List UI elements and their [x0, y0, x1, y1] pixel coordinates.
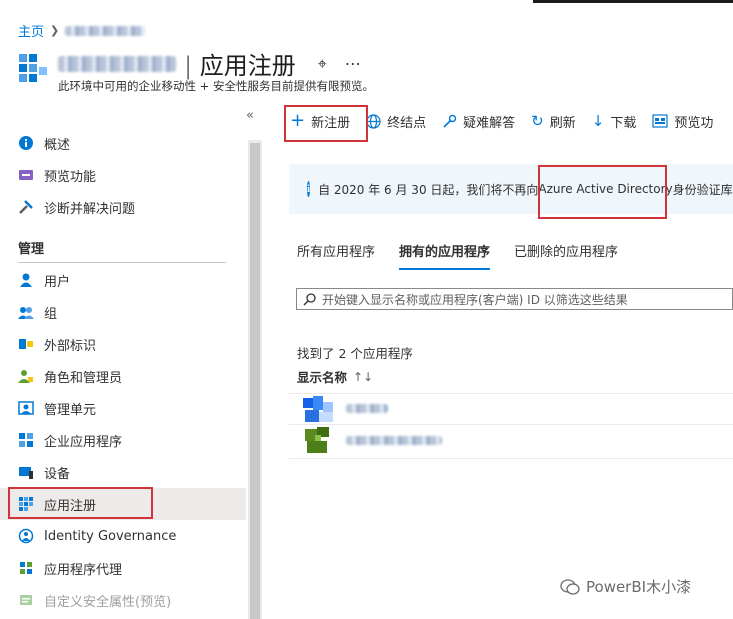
search-placeholder: 开始键入显示名称或应用程序(客户端) ID 以筛选这些结果 — [322, 292, 628, 307]
preview-icon — [652, 114, 668, 128]
watermark-text: PowerBI木小漆 — [586, 578, 692, 596]
breadcrumb-home-link[interactable]: 主页 — [18, 21, 44, 40]
sidebar-item-external-identities[interactable]: 外部标识 — [0, 328, 246, 360]
tab-all-applications[interactable]: 所有应用程序 — [297, 241, 375, 268]
sidebar-item-custom-security-attributes[interactable]: 自定义安全属性(预览) — [0, 584, 246, 616]
app-name-redacted[interactable] — [346, 436, 442, 445]
wrench-icon — [443, 114, 457, 128]
tab-deleted-applications[interactable]: 已删除的应用程序 — [514, 241, 618, 268]
sidebar-item-label: Identity Governance — [44, 528, 177, 544]
highlight-box-azure-ad — [538, 165, 667, 219]
sidebar-item-label: 设备 — [44, 466, 71, 482]
info-icon — [18, 135, 34, 151]
download-icon: ↓ — [591, 112, 605, 130]
results-count: 找到了 2 个应用程序 — [297, 346, 413, 361]
sidebar-item-label: 企业应用程序 — [44, 434, 123, 450]
sidebar-item-label: 用户 — [44, 274, 71, 290]
sidebar-item-label: 角色和管理员 — [44, 370, 123, 386]
page-title-text: | 应用注册 — [184, 52, 296, 80]
pin-icon[interactable]: ⌖ — [318, 54, 327, 74]
wrench-icon — [18, 199, 34, 215]
collapse-sidebar-icon[interactable]: « — [246, 108, 254, 123]
user-icon — [18, 272, 34, 288]
sidebar-item-admin-units[interactable]: 管理单元 — [0, 392, 246, 424]
preview-icon — [18, 167, 34, 183]
sidebar-item-label: 应用程序代理 — [44, 562, 123, 578]
watermark: PowerBI木小漆 — [560, 576, 691, 597]
breadcrumb: 主页 ❯ — [18, 21, 146, 40]
section-divider — [18, 262, 226, 263]
sidebar-item-groups[interactable]: 组 — [0, 296, 246, 328]
page-subtitle: 此环境中可用的企业移动性 + 安全性服务目前提供有限预览。 — [58, 79, 374, 93]
devices-icon — [18, 464, 34, 480]
breadcrumb-tenant-redacted[interactable] — [65, 25, 146, 36]
app-avatar-redacted — [301, 396, 339, 424]
filter-search-input[interactable]: 开始键入显示名称或应用程序(客户端) ID 以筛选这些结果 — [296, 288, 733, 310]
table-row-divider — [289, 424, 733, 425]
tab-owned-applications[interactable]: 拥有的应用程序 — [399, 241, 491, 270]
more-options-icon[interactable]: ⋯ — [345, 54, 361, 73]
custom-attributes-icon — [18, 592, 34, 608]
app-avatar-redacted — [301, 427, 339, 455]
app-registration-header-icon — [19, 54, 47, 82]
sidebar-item-app-proxy[interactable]: 应用程序代理 — [0, 552, 246, 584]
sidebar-item-label: 诊断并解决问题 — [44, 201, 136, 217]
highlight-box-new-registration — [284, 105, 368, 142]
sidebar-section-manage: 管理 — [18, 242, 45, 257]
sidebar-item-overview[interactable]: 概述 — [0, 127, 246, 159]
sidebar-item-label: 概述 — [44, 137, 71, 153]
sidebar-item-label: 预览功能 — [44, 169, 97, 185]
banner-text-after: 身份验证库(A — [672, 182, 733, 197]
app-tabs: 所有应用程序 拥有的应用程序 已删除的应用程序 — [297, 241, 618, 270]
app-proxy-icon — [18, 560, 34, 576]
refresh-icon: ↻ — [531, 112, 544, 130]
preview-features-button[interactable]: 预览功 — [644, 106, 721, 136]
table-row-divider — [289, 458, 733, 459]
app-name-redacted[interactable] — [346, 404, 388, 413]
chevron-right-icon: ❯ — [50, 24, 60, 37]
identity-governance-icon — [18, 528, 34, 544]
sidebar-item-devices[interactable]: 设备 — [0, 456, 246, 488]
download-button[interactable]: ↓ 下载 — [584, 106, 645, 136]
sidebar-item-enterprise-apps[interactable]: 企业应用程序 — [0, 424, 246, 456]
external-identity-icon — [18, 336, 34, 352]
refresh-button[interactable]: ↻ 刷新 — [523, 106, 584, 136]
column-header-display-name[interactable]: 显示名称 ↑↓ — [297, 367, 373, 386]
top-dark-bar — [533, 0, 733, 3]
sidebar-item-preview-features[interactable]: 预览功能 — [0, 159, 246, 191]
sidebar-item-identity-governance[interactable]: Identity Governance — [0, 520, 246, 552]
globe-icon — [366, 113, 381, 129]
roles-icon — [18, 368, 34, 384]
page-title: | 应用注册 ⌖ ⋯ — [58, 46, 361, 81]
tenant-name-redacted — [58, 55, 176, 72]
sidebar-item-diagnose[interactable]: 诊断并解决问题 — [0, 191, 246, 223]
troubleshoot-button[interactable]: 疑难解答 — [434, 106, 523, 136]
enterprise-apps-icon — [18, 432, 34, 448]
admin-unit-icon — [18, 400, 34, 416]
sidebar-scrollbar-thumb[interactable] — [250, 143, 260, 619]
sidebar-item-label: 组 — [44, 306, 58, 322]
sidebar-item-users[interactable]: 用户 — [0, 264, 246, 296]
sidebar-item-label: 自定义安全属性(预览) — [44, 594, 172, 610]
sidebar-item-label: 管理单元 — [44, 402, 97, 418]
group-icon — [18, 304, 34, 320]
info-icon: i — [307, 181, 311, 197]
search-icon — [303, 292, 316, 306]
banner-text-before: 自 2020 年 6 月 30 日起，我们将不再向 — [318, 182, 539, 197]
highlight-box-app-registrations — [8, 487, 153, 519]
table-header-divider — [289, 393, 733, 394]
sidebar-item-roles[interactable]: 角色和管理员 — [0, 360, 246, 392]
sort-icon[interactable]: ↑↓ — [353, 370, 373, 384]
wechat-icon — [560, 578, 580, 595]
sidebar-item-label: 外部标识 — [44, 338, 97, 354]
endpoints-button[interactable]: 终结点 — [358, 106, 434, 136]
